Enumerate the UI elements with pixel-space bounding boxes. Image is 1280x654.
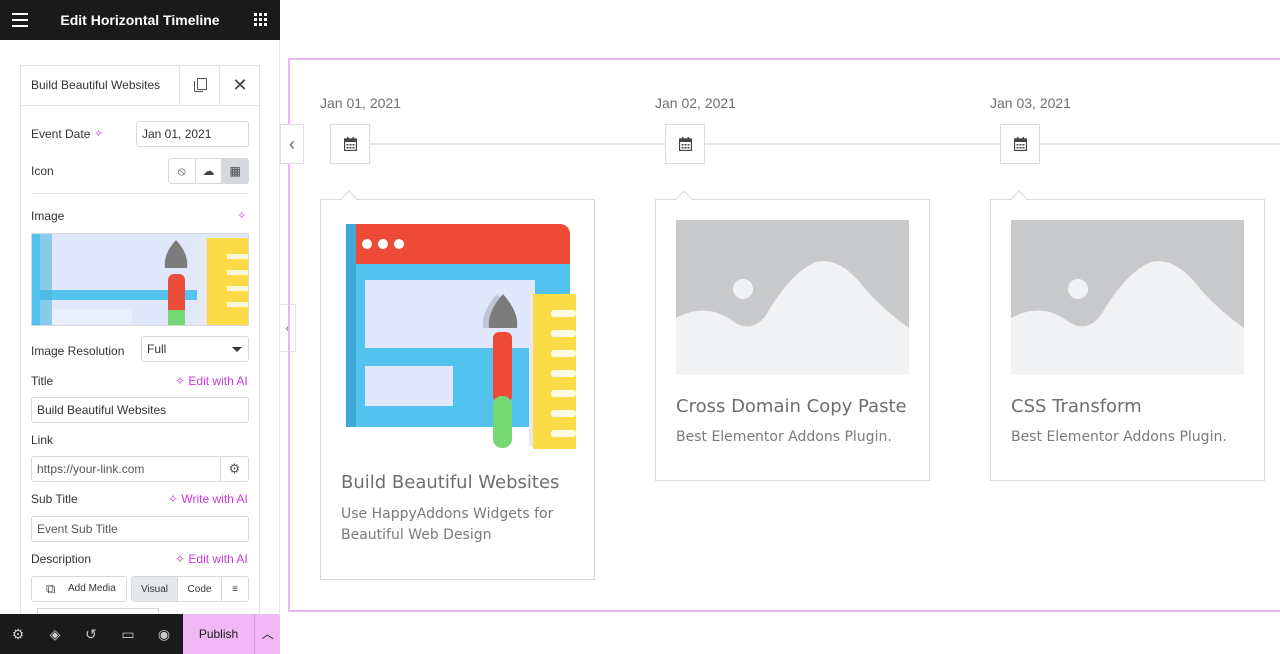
tab-code[interactable]: Code [178, 577, 222, 601]
add-media-icon: ⧉ [46, 581, 56, 596]
card-description-line: Use HappyAddons Widgets for [341, 506, 554, 522]
chevron-down-icon [232, 347, 242, 352]
layers-icon[interactable]: ◈ [47, 626, 63, 642]
link-options-gear-icon[interactable]: ⚙ [221, 456, 249, 482]
none-icon[interactable]: ⦸ [169, 159, 196, 183]
dynamic-tags-icon[interactable]: ✧ [237, 209, 246, 222]
subtitle-label: Sub Title [31, 492, 78, 506]
database-icon[interactable]: ≡ [222, 577, 248, 601]
title-label: Title [31, 374, 54, 388]
responsive-mode-icon[interactable]: ▭ [120, 626, 136, 642]
timeline-line [330, 143, 1280, 145]
write-with-ai-link[interactable]: ✧ Write with AI [168, 492, 248, 506]
calendar-icon [344, 137, 357, 151]
dynamic-tags-icon[interactable]: ✧ [94, 127, 103, 140]
history-icon[interactable]: ↺ [83, 626, 99, 642]
link-label: Link [31, 433, 54, 447]
panel-header: Edit Horizontal Timeline [0, 0, 280, 40]
calendar-icon [1014, 137, 1027, 151]
calendar-icon[interactable]: ▦ [222, 159, 249, 183]
repeater-item: Build Beautiful Websites ✕ Event Date ✧ … [20, 65, 260, 614]
close-icon[interactable]: ✕ [232, 75, 248, 95]
card-title: Build Beautiful Websites [341, 472, 560, 493]
tab-visual[interactable]: Visual [132, 577, 178, 601]
calendar-icon [679, 137, 692, 151]
publish-options-chevron-up-icon[interactable]: ︿ [254, 614, 280, 654]
divider [31, 193, 249, 194]
widgets-grid-icon[interactable] [254, 13, 267, 26]
panel-title: Edit Horizontal Timeline [60, 12, 220, 28]
add-media-button[interactable]: ⧉ Add Media [31, 576, 127, 602]
event-date: Jan 01, 2021 [320, 95, 401, 111]
edit-with-ai-text: Edit with AI [188, 374, 248, 388]
image-placeholder [1011, 220, 1244, 375]
hamburger-menu-icon[interactable] [12, 13, 28, 27]
image-placeholder [676, 220, 909, 375]
timeline-marker [1000, 124, 1040, 164]
panel-scroll-area[interactable]: Build Beautiful Websites ✕ Event Date ✧ … [0, 40, 280, 614]
card-description: Best Elementor Addons Plugin. [676, 429, 892, 445]
title-input[interactable]: Build Beautiful Websites [31, 397, 249, 423]
panel-footer: ⚙ ◈ ↺ ▭ ◉ Publish ︿ [0, 614, 280, 654]
timeline-marker [665, 124, 705, 164]
image-resolution-label: Image Resolution [31, 344, 125, 358]
event-date: Jan 02, 2021 [655, 95, 736, 111]
edit-with-ai-link[interactable]: ✧ Edit with AI [175, 552, 248, 566]
editor-panel: Edit Horizontal Timeline Build Beautiful… [0, 0, 280, 654]
image-label: Image [31, 209, 65, 223]
settings-gear-icon[interactable]: ⚙ [10, 626, 26, 642]
preview-eye-icon[interactable]: ◉ [156, 626, 172, 642]
timeline-prev-arrow[interactable]: ‹ [280, 124, 304, 164]
card-description: Best Elementor Addons Plugin. [1011, 429, 1227, 445]
subtitle-input[interactable]: Event Sub Title [31, 516, 249, 542]
card-title: Cross Domain Copy Paste [676, 396, 907, 417]
image-preview[interactable] [31, 233, 249, 326]
editor-mode-tabs: Visual Code ≡ [131, 576, 249, 602]
card-title: CSS Transform [1011, 396, 1142, 417]
icon-label: Icon [31, 164, 54, 178]
duplicate-icon[interactable] [194, 78, 207, 92]
timeline-card: Build Beautiful Websites Use HappyAddons… [320, 190, 595, 580]
repeater-item-header[interactable]: Build Beautiful Websites ✕ [21, 66, 259, 106]
event-date-label: Event Date [31, 127, 91, 141]
link-input[interactable]: https://your-link.com [31, 456, 221, 482]
add-media-label: Add Media [68, 583, 116, 594]
description-label: Description [31, 552, 92, 566]
card-description: Use HappyAddons Widgets for Beautiful We… [341, 504, 553, 546]
web-design-illustration [346, 224, 576, 449]
event-date-input[interactable]: Jan 01, 2021 [136, 121, 249, 147]
image-resolution-value: Full [147, 342, 167, 356]
write-with-ai-text: Write with AI [181, 492, 248, 506]
repeater-item-title: Build Beautiful Websites [31, 78, 161, 92]
image-resolution-select[interactable]: Full [141, 336, 249, 362]
edit-with-ai-text: Edit with AI [188, 552, 248, 566]
edit-with-ai-link[interactable]: ✧ Edit with AI [175, 374, 248, 388]
timeline-card: CSS Transform Best Elementor Addons Plug… [990, 190, 1265, 481]
upload-icon[interactable]: ☁ [196, 159, 223, 183]
event-date: Jan 03, 2021 [990, 95, 1071, 111]
publish-button[interactable]: Publish [183, 614, 254, 654]
timeline-marker [330, 124, 370, 164]
timeline-card: Cross Domain Copy Paste Best Elementor A… [655, 190, 930, 481]
card-description-line: Beautiful Web Design [341, 527, 492, 543]
icon-choose-control: ⦸ ☁ ▦ [168, 158, 249, 184]
